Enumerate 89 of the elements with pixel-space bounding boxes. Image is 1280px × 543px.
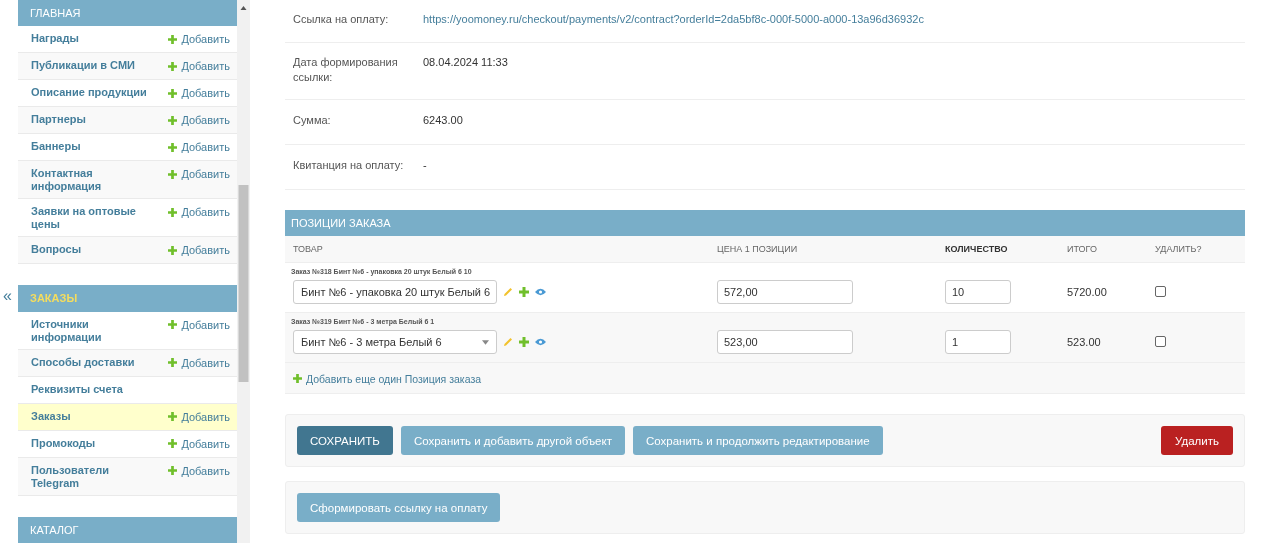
add-link[interactable]: Добавить	[168, 243, 230, 258]
quantity-field[interactable]: 10	[945, 280, 1011, 304]
field-label: Дата формирования ссылки:	[293, 55, 399, 85]
generate-link-button[interactable]: Сформировать ссылку на оплату	[297, 493, 501, 522]
section-header[interactable]: КАТАЛОГ	[18, 516, 237, 543]
delete-checkbox[interactable]	[1155, 336, 1166, 347]
add-link[interactable]: Добавить	[168, 205, 230, 220]
plus-icon	[168, 245, 178, 255]
column-header: УДАЛИТЬ?	[1155, 244, 1203, 254]
sidebar-item[interactable]: Пользователи Telegram Добавить	[18, 457, 237, 496]
sidebar-link[interactable]: Описание продукции	[31, 86, 147, 100]
quantity-field[interactable]: 1	[945, 330, 1011, 354]
sidebar-link[interactable]: Контактная информация	[31, 167, 149, 194]
plus-icon	[168, 358, 178, 368]
sidebar-link[interactable]: Реквизиты счета	[31, 382, 123, 396]
plus-icon[interactable]	[519, 287, 529, 297]
field-value: 08.04.2024 11:33	[423, 55, 508, 70]
plus-icon	[168, 207, 178, 217]
plus-icon	[168, 320, 178, 330]
sidebar-item[interactable]: Заказы Добавить	[18, 403, 237, 431]
product-select[interactable]: Бинт №6 - 3 метра Белый 6	[293, 330, 497, 354]
eye-icon[interactable]	[535, 338, 546, 346]
section-header: ПОЗИЦИИ ЗАКАЗА	[285, 210, 1245, 236]
product-select[interactable]: Бинт №6 - упаковка 20 штук Белый 6	[293, 280, 497, 304]
sidebar-link[interactable]: Источники информации	[31, 317, 149, 344]
plus-icon	[168, 466, 178, 476]
plus-icon	[168, 115, 178, 125]
sidebar-item[interactable]: Партнеры Добавить	[18, 107, 237, 135]
plus-icon	[168, 142, 178, 152]
plus-icon	[293, 374, 302, 383]
plus-icon	[168, 412, 178, 422]
column-header: КОЛИЧЕСТВО	[945, 244, 1009, 254]
sidebar-item[interactable]: Вопросы Добавить	[18, 237, 237, 265]
sidebar-item[interactable]: Способы доставки Добавить	[18, 349, 237, 377]
add-link[interactable]: Добавить	[168, 409, 230, 424]
sidebar-item[interactable]: Публикации в СМИ Добавить	[18, 53, 237, 81]
scrollbar[interactable]	[237, 0, 250, 543]
sidebar-link[interactable]: Вопросы	[31, 243, 82, 257]
sidebar-link[interactable]: Промокоды	[31, 436, 96, 450]
plus-icon	[168, 34, 178, 44]
sidebar-item[interactable]: Контактная информация Добавить	[18, 161, 237, 200]
add-link[interactable]: Добавить	[168, 140, 230, 155]
caret-icon	[482, 339, 489, 345]
save-button[interactable]: Сохранить и продолжить редактирование	[632, 426, 883, 455]
save-button[interactable]: Сохранить и добавить другой объект	[400, 426, 625, 455]
column-header: ИТОГО	[1067, 244, 1098, 254]
field-label: Сумма:	[293, 113, 332, 128]
price-field[interactable]: 523,00	[717, 330, 853, 354]
add-link[interactable]: Добавить	[168, 32, 230, 47]
eye-icon[interactable]	[535, 288, 546, 296]
field-label: Ссылка на оплату:	[293, 12, 390, 27]
row-total: 5720.00	[1067, 286, 1108, 298]
pencil-icon[interactable]	[503, 337, 513, 347]
sidebar-link[interactable]: Заказы	[31, 409, 71, 423]
add-link[interactable]: Добавить	[168, 59, 230, 74]
plus-icon	[168, 169, 178, 179]
add-link[interactable]: Добавить	[168, 86, 230, 101]
plus-icon[interactable]	[519, 337, 529, 347]
add-link[interactable]: Добавить	[168, 167, 230, 182]
add-link[interactable]: Добавить	[168, 463, 230, 478]
row-total: 523.00	[1067, 336, 1102, 348]
save-button[interactable]: СОХРАНИТЬ	[297, 426, 393, 455]
column-header: ЦЕНА 1 ПОЗИЦИИ	[717, 244, 799, 254]
delete-button[interactable]: Удалить	[1161, 426, 1233, 455]
add-link[interactable]: Добавить	[168, 355, 230, 370]
field-label: Квитанция на оплату:	[293, 158, 405, 173]
plus-icon	[168, 88, 178, 98]
sidebar-link[interactable]: Способы доставки	[31, 355, 135, 369]
sidebar-link[interactable]: Награды	[31, 32, 79, 46]
payment-link[interactable]: https://yoomoney.ru/checkout/payments/v2/contract?orderId=2da5bf8c-000f-5000-a000-13a96d36932c	[423, 12, 924, 30]
plus-icon	[168, 61, 178, 71]
sidebar-link[interactable]: Партнеры	[31, 113, 86, 127]
section-header[interactable]: ГЛАВНАЯ	[18, 0, 237, 27]
add-row-link[interactable]: Добавить еще один Позиция заказа	[293, 372, 482, 385]
sidebar-link[interactable]: Баннеры	[31, 140, 81, 154]
column-header: ТОВАР	[293, 244, 324, 254]
delete-checkbox[interactable]	[1155, 286, 1166, 297]
collapse-sidebar-button[interactable]: «	[3, 287, 12, 305]
add-link[interactable]: Добавить	[168, 317, 230, 332]
sidebar-link[interactable]: Заявки на оптовые цены	[31, 205, 149, 232]
sidebar-link[interactable]: Публикации в СМИ	[31, 59, 135, 73]
plus-icon	[168, 439, 178, 449]
price-field[interactable]: 572,00	[717, 280, 853, 304]
sidebar-link[interactable]: Пользователи Telegram	[31, 463, 149, 490]
field-value: -	[423, 158, 427, 173]
field-value: 6243.00	[423, 113, 463, 128]
add-link[interactable]: Добавить	[168, 436, 230, 451]
pencil-icon[interactable]	[503, 287, 513, 297]
add-link[interactable]: Добавить	[168, 113, 230, 128]
